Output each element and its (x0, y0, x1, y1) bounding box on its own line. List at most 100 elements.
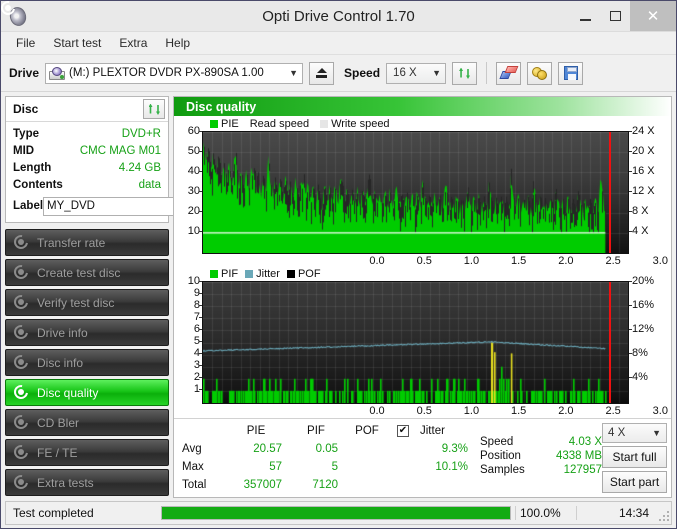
disc-type-label: Type (13, 127, 39, 140)
eject-button[interactable] (309, 61, 335, 85)
pie-chart-legend: PIE Read speed Write speed (176, 118, 667, 131)
speed-label: Speed (344, 66, 381, 80)
legend-swatch-write-speed (320, 120, 329, 129)
sidebar-item-extra-tests[interactable]: Extra tests (5, 469, 169, 496)
progress-percent: 100.0% (515, 506, 576, 520)
disc-test-icon (11, 262, 31, 282)
legend-label-pof: POF (297, 268, 321, 281)
sidebar-item-verify-test-disc[interactable]: Verify test disc (5, 289, 169, 316)
speed-select[interactable]: 16 X ▼ (386, 62, 447, 84)
legend-item-read-speed: Read speed (250, 118, 309, 130)
axis-tick-label: 20% (632, 274, 655, 287)
drive-select-value: (M:) PLEXTOR DVDR PX-890SA 1.00 (69, 67, 264, 79)
disc-type-value: DVD+R (121, 127, 161, 140)
stats-row-label-total: Total (182, 479, 207, 491)
save-icon (563, 66, 578, 80)
pie-chart-plot[interactable] (202, 130, 629, 254)
statistics-table: PIE PIF POF ✔ Jitter Avg 20.57 0.05 9.3%… (182, 423, 470, 493)
app-window: Opti Drive Control 1.70 ✕ File Start tes… (0, 0, 677, 529)
resize-grip-icon[interactable] (657, 502, 671, 524)
pie-chart-x-axis: 0.00.51.01.52.02.53.03.54.04.5 GB (176, 254, 668, 268)
page-title: Disc quality (186, 99, 257, 114)
legend-swatch-pof (286, 270, 295, 279)
menu-item-extra[interactable]: Extra (110, 34, 156, 52)
drive-select[interactable]: (M:) PLEXTOR DVDR PX-890SA 1.00 ▼ (45, 62, 304, 84)
axis-tick-label: 24 X (632, 124, 655, 137)
pie-chart-y-axis-right: 4 X 8 X 12 X 16 X 20 X 24 X (629, 125, 667, 254)
window-controls: ✕ (570, 1, 676, 31)
sidebar-item-drive-info[interactable]: Drive info (5, 319, 169, 346)
sidebar-item-disc-info[interactable]: Disc info (5, 349, 169, 376)
axis-tick-label: 1.0 (463, 404, 480, 417)
minimize-button[interactable] (570, 1, 600, 31)
stats-avg-pie: 20.57 (253, 443, 282, 455)
legend-label-pif: PIF (221, 268, 239, 281)
save-button[interactable] (558, 61, 584, 85)
close-button[interactable]: ✕ (630, 1, 676, 31)
position-marker-line (609, 281, 611, 403)
sidebar-item-create-test-disc[interactable]: Create test disc (5, 259, 169, 286)
sidebar-item-cd-bler[interactable]: CD Bler (5, 409, 169, 436)
disc-test-icon (11, 292, 31, 312)
status-text: Test completed (13, 506, 94, 520)
nav-list: Transfer rate Create test disc Verify te… (5, 229, 169, 496)
axis-tick (629, 377, 632, 379)
axis-tick (629, 191, 632, 192)
disc-box-header: Disc (6, 97, 168, 122)
sidebar-item-disc-quality[interactable]: Disc quality (5, 379, 169, 406)
pie-chart-wrap: 10 20 30 40 50 60 4 X 8 X 12 X 16 X 20 X 24 X (176, 125, 667, 254)
refresh-icon (147, 102, 162, 117)
disc-test-icon (11, 382, 31, 402)
statistics-info: Speed 4.03 X Position 4338 MB Samples 12… (480, 423, 602, 493)
sidebar-item-label: Disc quality (37, 385, 99, 400)
stats-avg-pif: 0.05 (315, 443, 338, 455)
axis-tick-label: 0.0 (369, 254, 385, 267)
chevron-down-icon: ▼ (432, 68, 441, 78)
axis-tick-label: 0.0 (369, 404, 385, 417)
menu-item-start-test[interactable]: Start test (44, 34, 110, 52)
pie-chart-y-axis-left: 10 20 30 40 50 60 (176, 125, 202, 254)
axis-tick-label: 1.5 (511, 404, 527, 417)
stats-row-label-avg: Avg (182, 443, 202, 455)
sidebar-item-fe-te[interactable]: FE / TE (5, 439, 169, 466)
position-marker-line (609, 131, 611, 253)
start-part-button[interactable]: Start part (602, 471, 667, 493)
sidebar-item-transfer-rate[interactable]: Transfer rate (5, 229, 169, 256)
statistics-panel: PIE PIF POF ✔ Jitter Avg 20.57 0.05 9.3%… (174, 418, 671, 497)
maximize-button[interactable] (600, 1, 630, 31)
coin-button[interactable] (527, 61, 553, 85)
axis-tick-label: 4% (632, 371, 648, 384)
pif-chart-plot[interactable] (202, 280, 629, 404)
axis-tick-label: 16% (632, 298, 655, 311)
axis-tick (629, 304, 632, 306)
main-body: Disc Type DVD+R MID CMC MAG M01 Length 4… (0, 0, 676, 518)
jitter-checkbox[interactable]: ✔ (397, 425, 409, 437)
sidebar: Disc Type DVD+R MID CMC MAG M01 Length 4… (5, 96, 225, 518)
info-value-position: 4338 MB (555, 450, 602, 462)
stats-max-pie: 57 (269, 461, 282, 473)
menu-item-help[interactable]: Help (156, 34, 199, 52)
refresh-button[interactable] (452, 61, 478, 85)
test-speed-select[interactable]: 4 X ▼ (602, 423, 667, 443)
sidebar-item-label: Extra tests (37, 475, 94, 490)
sidebar-item-label: Create test disc (37, 265, 121, 280)
stats-header-jitter: Jitter (420, 425, 445, 437)
legend-label-pie: PIE (221, 118, 239, 131)
jitter-checkbox-cell: ✔ (390, 425, 416, 437)
legend-item-pif: PIF (210, 268, 238, 280)
content-panel: Disc quality PIE Read speed Write speed … (0, 0, 672, 498)
axis-tick (629, 353, 632, 355)
legend-swatch-pie (210, 120, 218, 129)
disc-test-icon (11, 322, 31, 342)
legend-swatch-pif (210, 270, 218, 279)
disc-refresh-button[interactable] (143, 99, 165, 119)
disc-row-length: Length 4.24 GB (13, 159, 161, 176)
erase-button[interactable] (496, 61, 522, 85)
disc-test-icon (11, 412, 31, 432)
start-full-button[interactable]: Start full (602, 446, 667, 468)
menu-item-file[interactable]: File (7, 34, 44, 52)
info-label-samples: Samples (480, 464, 525, 476)
stats-max-jitter: 10.1% (435, 461, 468, 473)
axis-tick-label: 0.5 (416, 254, 432, 267)
axis-tick (629, 328, 632, 330)
